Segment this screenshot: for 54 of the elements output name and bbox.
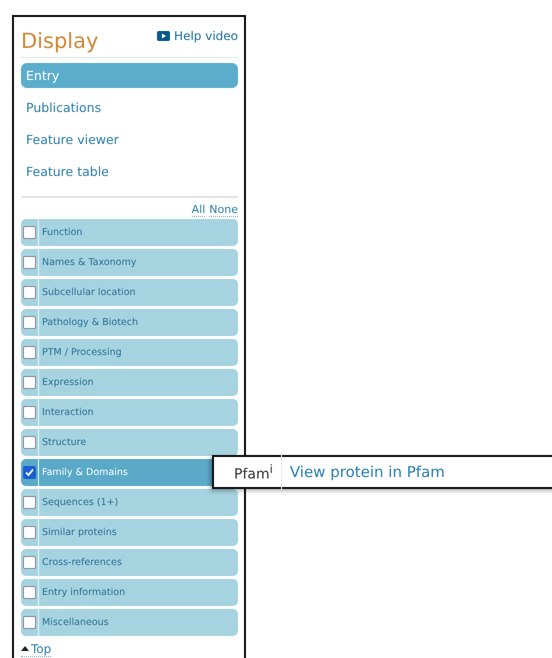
section-row[interactable]: Expression	[21, 369, 238, 396]
pfam-link[interactable]: View protein in Pfam	[282, 463, 445, 481]
checkbox[interactable]	[23, 496, 36, 509]
section-row[interactable]: Subcellular location	[21, 279, 238, 306]
popup-label: Pfam$^{i}$	[214, 454, 282, 490]
sidebar-title: Display	[21, 28, 98, 55]
checkbox[interactable]	[23, 346, 36, 359]
section-label: Pathology & Biotech	[41, 316, 138, 330]
section-label: PTM / Processing	[41, 346, 122, 360]
section-row[interactable]: Sequences (1+)	[21, 489, 238, 516]
checkbox[interactable]	[23, 226, 36, 239]
checkbox[interactable]	[23, 616, 36, 629]
checkbox[interactable]	[23, 376, 36, 389]
section-label: Miscellaneous	[41, 616, 109, 630]
section-row[interactable]: Interaction	[21, 399, 238, 426]
section-row[interactable]: Names & Taxonomy	[21, 249, 238, 276]
section-label: Names & Taxonomy	[41, 256, 136, 270]
checkbox[interactable]	[23, 256, 36, 269]
checkbox[interactable]	[23, 586, 36, 599]
section-label: Similar proteins	[41, 526, 117, 540]
section-row[interactable]: Similar proteins	[21, 519, 238, 546]
nav-item[interactable]: Publications	[21, 95, 238, 120]
checkbox[interactable]	[23, 436, 36, 449]
section-label: Sequences (1+)	[41, 496, 118, 510]
help-video-link[interactable]: Help video	[157, 29, 238, 43]
section-label: Cross-references	[41, 556, 122, 570]
checkbox[interactable]	[23, 316, 36, 329]
section-row[interactable]: Structure	[21, 429, 238, 456]
nav-item[interactable]: Entry	[21, 63, 238, 88]
section-label: Structure	[41, 436, 86, 450]
section-label: Expression	[41, 376, 94, 390]
nav-item[interactable]: Feature viewer	[21, 127, 238, 152]
section-label: Function	[41, 226, 82, 240]
section-row[interactable]: Entry information	[21, 579, 238, 606]
checkbox[interactable]	[23, 406, 36, 419]
section-row[interactable]: Miscellaneous	[21, 609, 238, 636]
checkbox[interactable]	[23, 466, 36, 479]
checkbox[interactable]	[23, 556, 36, 569]
select-link[interactable]: None	[209, 203, 238, 217]
section-row[interactable]: Pathology & Biotech	[21, 309, 238, 336]
section-row[interactable]: Function	[21, 219, 238, 246]
video-icon	[157, 31, 170, 41]
section-label: Subcellular location	[41, 286, 136, 300]
nav-item[interactable]: Feature table	[21, 159, 238, 184]
section-row[interactable]: PTM / Processing	[21, 339, 238, 366]
top-link[interactable]: Top	[21, 642, 52, 656]
select-link[interactable]: All	[192, 203, 206, 217]
checkbox[interactable]	[23, 526, 36, 539]
section-label: Entry information	[41, 586, 126, 600]
up-triangle-icon	[21, 646, 29, 651]
checkbox[interactable]	[23, 286, 36, 299]
section-row[interactable]: Cross-references	[21, 549, 238, 576]
section-label: Family & Domains	[41, 466, 128, 480]
section-label: Interaction	[41, 406, 94, 420]
